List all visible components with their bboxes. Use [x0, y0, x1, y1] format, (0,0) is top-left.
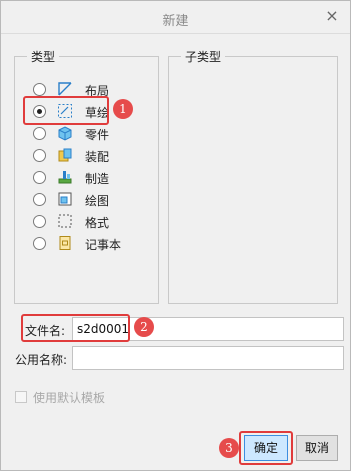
type-group: 类型 布局 草绘 零件 装配 制造 绘图 格式 记事本: [14, 48, 159, 304]
common-name-label: 公用名称:: [15, 353, 68, 367]
ok-button[interactable]: 确定: [244, 435, 288, 461]
type-item-format[interactable]: 格式: [33, 211, 153, 231]
assembly-icon: [58, 148, 72, 162]
common-name-input[interactable]: [72, 346, 344, 370]
type-item-label: 格式: [85, 216, 110, 230]
type-item-drawing[interactable]: 绘图: [33, 189, 153, 209]
manufacturing-icon: [58, 171, 72, 184]
radio-button[interactable]: [33, 215, 46, 228]
close-icon[interactable]: ×: [324, 8, 340, 24]
type-item-label: 制造: [85, 172, 110, 186]
default-template-label: 使用默认模板: [33, 391, 106, 405]
title-bar: 新建 ×: [1, 1, 350, 34]
default-template-checkbox[interactable]: [15, 391, 27, 403]
type-item-assembly[interactable]: 装配: [33, 145, 153, 165]
type-item-label: 绘图: [85, 194, 110, 208]
radio-button[interactable]: [33, 149, 46, 162]
type-group-title: 类型: [27, 48, 60, 65]
drawing-icon: [58, 192, 72, 206]
notebook-icon: [59, 236, 71, 250]
radio-button[interactable]: [33, 83, 46, 96]
highlight-sketch: [23, 96, 109, 125]
type-item-part[interactable]: 零件: [33, 123, 153, 143]
dialog-title: 新建: [162, 14, 189, 29]
highlight-filename: [21, 314, 130, 342]
radio-button[interactable]: [33, 237, 46, 250]
part-icon: [58, 126, 72, 141]
radio-button[interactable]: [33, 171, 46, 184]
annotation-badge-3: 3: [219, 438, 239, 458]
common-name-row: 公用名称:: [15, 346, 345, 370]
layout-icon: [58, 82, 72, 96]
annotation-badge-2: 2: [134, 317, 154, 337]
new-dialog: 新建 × 类型 布局 草绘 零件 装配 制造 绘图 格式 记事本 子类型 1 文…: [0, 0, 351, 471]
subtype-group: 子类型: [168, 48, 338, 304]
annotation-badge-1: 1: [113, 99, 133, 119]
cancel-button[interactable]: 取消: [296, 435, 338, 461]
type-item-label: 装配: [85, 150, 110, 164]
type-item-notebook[interactable]: 记事本: [33, 233, 153, 253]
format-icon: [58, 214, 72, 228]
radio-button[interactable]: [33, 193, 46, 206]
type-item-label: 记事本: [85, 238, 122, 252]
radio-button[interactable]: [33, 127, 46, 140]
type-item-manufacturing[interactable]: 制造: [33, 167, 153, 187]
type-item-label: 零件: [85, 128, 110, 142]
subtype-group-title: 子类型: [181, 48, 226, 65]
